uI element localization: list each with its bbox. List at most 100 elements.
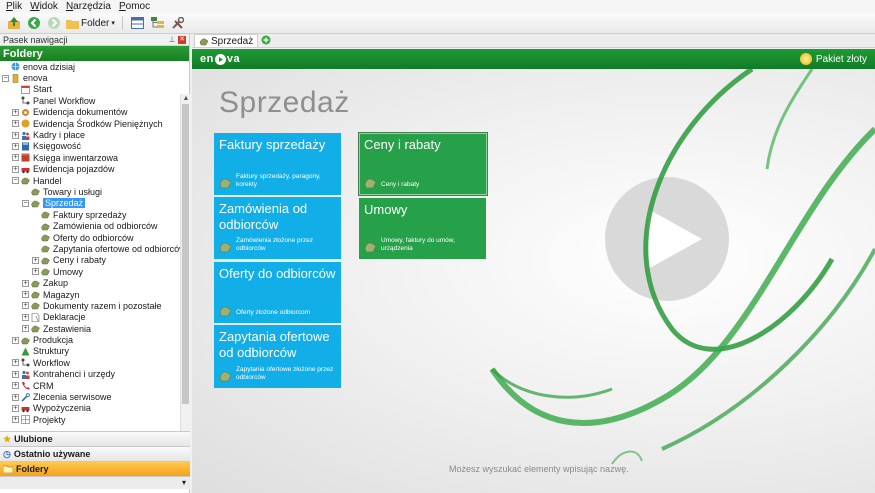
tree-item[interactable]: Panel Workflow bbox=[0, 95, 180, 106]
nav-button-ostatnio-uzywane[interactable]: ◷ Ostatnio używane bbox=[0, 446, 190, 461]
menu-plik[interactable]: Plik bbox=[6, 1, 22, 12]
expand-icon[interactable]: + bbox=[22, 291, 29, 298]
pin-icon[interactable]: ⊥ bbox=[168, 35, 176, 44]
tree-item[interactable]: Start bbox=[0, 84, 180, 95]
table-icon[interactable] bbox=[130, 15, 146, 31]
expand-icon[interactable]: + bbox=[22, 279, 29, 287]
expand-icon[interactable]: + bbox=[12, 336, 19, 344]
tree-item[interactable]: + Projekty bbox=[0, 414, 180, 425]
tree-item[interactable]: + Księgowość bbox=[0, 141, 180, 152]
expand-icon[interactable]: + bbox=[12, 382, 19, 390]
menu-pomoc[interactable]: Pomoc bbox=[119, 1, 150, 12]
expand-icon[interactable]: + bbox=[32, 268, 39, 276]
expand-icon[interactable]: + bbox=[12, 131, 19, 139]
tree-icon bbox=[21, 347, 30, 356]
expand-icon[interactable]: + bbox=[12, 154, 19, 162]
nav-button-ulubione[interactable]: ★ Ulubione bbox=[0, 431, 190, 446]
enova-logo: en va bbox=[200, 53, 240, 65]
expand-icon[interactable]: + bbox=[22, 325, 29, 333]
collapse-icon[interactable]: − bbox=[2, 74, 9, 82]
tree-scrollbar[interactable]: ▲ ▼ bbox=[180, 94, 190, 464]
tile-subtitle-row: Faktury sprzedaży, paragony, korekty bbox=[219, 173, 337, 189]
expand-icon[interactable]: + bbox=[12, 142, 19, 150]
tools-icon[interactable] bbox=[170, 15, 186, 31]
forward-icon[interactable] bbox=[46, 15, 62, 31]
tree-item[interactable]: Zamówienia od odbiorców bbox=[0, 220, 180, 231]
expand-icon[interactable]: + bbox=[12, 108, 19, 116]
add-tab-button[interactable] bbox=[260, 34, 272, 46]
tile-zapytania-ofertowe[interactable]: Zapytania ofertowe od odbiorców Zapytani… bbox=[214, 325, 341, 388]
expand-icon[interactable]: + bbox=[12, 404, 19, 412]
tree-item[interactable]: + Ceny i rabaty bbox=[0, 255, 180, 266]
expand-icon[interactable]: + bbox=[12, 416, 19, 424]
tile-umowy[interactable]: Umowy Umowy, faktury do umów, urządzenia bbox=[359, 198, 486, 259]
nav-caption: Pasek nawigacji ⊥ ✕ bbox=[0, 34, 189, 46]
folder-dropdown[interactable]: Folder ▾ bbox=[66, 18, 115, 29]
tree-icon[interactable] bbox=[150, 15, 166, 31]
nav-button-foldery[interactable]: Foldery bbox=[0, 461, 190, 476]
expand-icon[interactable]: + bbox=[32, 256, 39, 264]
tree-item[interactable]: Oferty do odbiorców bbox=[0, 232, 180, 243]
tile-oferty-do-odbiorcow[interactable]: Oferty do odbiorców Oferty złożone odbio… bbox=[214, 262, 341, 323]
tree-item[interactable]: enova dzisiaj bbox=[0, 61, 180, 72]
tree-item[interactable]: + Ewidencja Środków Pieniężnych bbox=[0, 118, 180, 129]
tree-item[interactable]: + Magazyn bbox=[0, 289, 180, 300]
tree-item[interactable]: + CRM bbox=[0, 380, 180, 391]
tile-faktury-sprzedazy[interactable]: Faktury sprzedaży Faktury sprzedaży, par… bbox=[214, 133, 341, 195]
tile-subtitle: Oferty złożone odbiorcom bbox=[236, 309, 311, 316]
tree-item[interactable]: Struktury bbox=[0, 346, 180, 357]
tree-item[interactable]: − Sprzedaż bbox=[0, 198, 180, 209]
up-folder-icon[interactable] bbox=[6, 15, 22, 31]
hand-icon bbox=[199, 38, 209, 45]
tree-item[interactable]: − enova bbox=[0, 72, 180, 83]
hand-icon bbox=[21, 336, 30, 345]
toolbar-separator bbox=[121, 16, 123, 30]
collapse-icon[interactable]: − bbox=[12, 177, 19, 185]
tree-item[interactable]: Towary i usługi bbox=[0, 186, 180, 197]
workflow-icon bbox=[21, 96, 30, 105]
tree-item[interactable]: + Kontrahenci i urzędy bbox=[0, 369, 180, 380]
tree-item[interactable]: + Ewidencja pojazdów bbox=[0, 164, 180, 175]
tree-item-label: Ewidencja pojazdów bbox=[33, 164, 115, 175]
tree-item-label: CRM bbox=[33, 380, 54, 391]
collapse-icon[interactable]: − bbox=[22, 199, 29, 207]
tree-item[interactable]: − Handel bbox=[0, 175, 180, 186]
tree-item[interactable]: + Dokumenty razem i pozostałe bbox=[0, 300, 180, 311]
package-indicator[interactable]: Pakiet złoty bbox=[799, 53, 867, 65]
tree-item[interactable]: + Workflow bbox=[0, 357, 180, 368]
tree-item[interactable]: + Ewidencja dokumentów bbox=[0, 107, 180, 118]
tile-ceny-i-rabaty[interactable]: Ceny i rabaty Ceny i rabaty bbox=[358, 132, 488, 196]
tree-item[interactable]: + Księga inwentarzowa bbox=[0, 152, 180, 163]
tile-zamowienia-od-odbiorcow[interactable]: Zamówienia od odbiorców Zamówienia złożo… bbox=[214, 197, 341, 259]
expand-icon[interactable]: + bbox=[12, 120, 19, 128]
tree-item-label: Oferty do odbiorców bbox=[53, 232, 134, 243]
scrollbar-thumb[interactable] bbox=[182, 104, 189, 404]
menu-widok[interactable]: Widok bbox=[30, 1, 58, 12]
tree-item[interactable]: + Umowy bbox=[0, 266, 180, 277]
tree-item-label: enova bbox=[23, 73, 48, 84]
close-icon[interactable]: ✕ bbox=[178, 35, 186, 44]
tree-item[interactable]: + Kadry i płace bbox=[0, 129, 180, 140]
hand-icon bbox=[219, 242, 232, 253]
tab-sprzedaz[interactable]: Sprzedaż bbox=[194, 34, 259, 47]
tree-item[interactable]: + Produkcja bbox=[0, 334, 180, 345]
tree-item[interactable]: Zapytania ofertowe od odbiorców bbox=[0, 243, 180, 254]
tree-item[interactable]: + Zlecenia serwisowe bbox=[0, 391, 180, 402]
scroll-up-icon[interactable]: ▲ bbox=[181, 94, 191, 103]
tree-item[interactable]: Faktury sprzedaży bbox=[0, 209, 180, 220]
tile-title: Zapytania ofertowe od odbiorców bbox=[219, 329, 330, 360]
menu-narzedzia[interactable]: Narzędzia bbox=[66, 1, 111, 12]
tree-item[interactable]: + Zakup bbox=[0, 277, 180, 288]
tree-item[interactable]: + Zestawienia bbox=[0, 323, 180, 334]
expand-icon[interactable]: + bbox=[12, 359, 19, 367]
expand-icon[interactable]: + bbox=[22, 302, 29, 310]
expand-icon[interactable]: + bbox=[12, 165, 19, 173]
expand-icon[interactable]: + bbox=[22, 313, 29, 321]
tree-item[interactable]: + Wypożyczenia bbox=[0, 403, 180, 414]
tile-subtitle-row: Ceny i rabaty bbox=[364, 176, 483, 189]
back-icon[interactable] bbox=[26, 15, 42, 31]
configure-buttons-icon[interactable]: ▾ bbox=[182, 478, 186, 487]
tree-item[interactable]: + Deklaracje bbox=[0, 312, 180, 323]
expand-icon[interactable]: + bbox=[12, 393, 19, 401]
expand-icon[interactable]: + bbox=[12, 370, 19, 378]
